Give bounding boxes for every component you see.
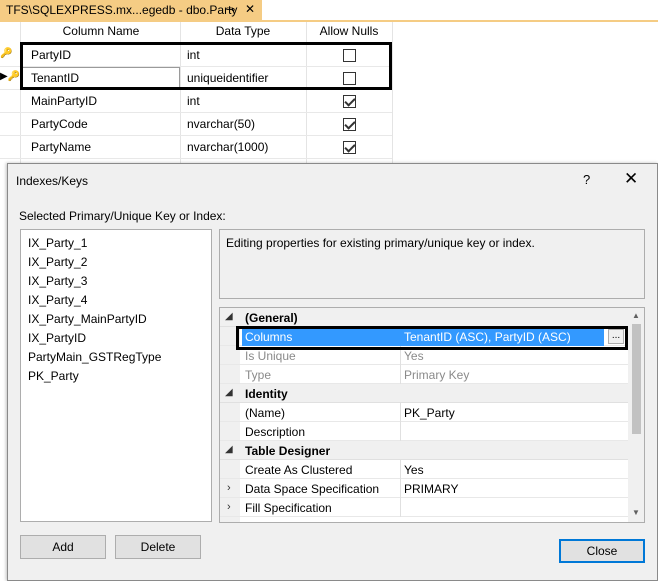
list-item[interactable]: IX_Party_4 bbox=[28, 293, 87, 307]
property-row-type[interactable]: Type Primary Key bbox=[220, 365, 628, 384]
list-item-selected[interactable]: PK_Party bbox=[28, 369, 79, 383]
list-item[interactable]: IX_Party_1 bbox=[28, 236, 87, 250]
category-identity[interactable]: ◢ Identity bbox=[220, 384, 628, 403]
columns-property-highlight bbox=[236, 326, 628, 350]
close-tab-icon[interactable]: ✕ bbox=[245, 2, 255, 16]
property-row-description[interactable]: Description bbox=[220, 422, 628, 441]
allow-nulls-checkbox[interactable] bbox=[343, 118, 356, 131]
column-divider bbox=[400, 422, 401, 441]
description-panel: Editing properties for existing primary/… bbox=[219, 229, 645, 299]
indexes-keys-dialog: Indexes/Keys ? ✕ Selected Primary/Unique… bbox=[7, 163, 658, 581]
collapse-icon[interactable]: ◢ bbox=[225, 311, 233, 322]
scroll-down-icon[interactable]: ▼ bbox=[632, 508, 640, 517]
primary-key-rows-highlight bbox=[20, 42, 392, 90]
category-label: (General) bbox=[245, 311, 298, 325]
column-name-cell[interactable]: PartyCode bbox=[31, 117, 88, 131]
primary-key-icon: 🔑 bbox=[0, 48, 13, 59]
property-name: (Name) bbox=[245, 406, 286, 420]
category-label: Identity bbox=[245, 387, 288, 401]
property-value[interactable]: Yes bbox=[404, 463, 424, 477]
list-item[interactable]: IX_PartyID bbox=[28, 331, 86, 345]
property-name: Data Space Specification bbox=[245, 482, 380, 496]
close-button[interactable]: Close bbox=[559, 539, 645, 563]
collapse-icon[interactable]: ◢ bbox=[225, 444, 233, 455]
data-type-header[interactable]: Data Type bbox=[180, 24, 306, 43]
scrollbar-thumb[interactable] bbox=[632, 324, 641, 434]
index-list[interactable]: IX_Party_1 IX_Party_2 IX_Party_3 IX_Part… bbox=[20, 229, 212, 522]
property-row-data-space[interactable]: › Data Space Specification PRIMARY bbox=[220, 479, 628, 498]
property-value: Primary Key bbox=[404, 368, 470, 382]
property-value[interactable]: PK_Party bbox=[404, 406, 455, 420]
close-dialog-icon[interactable]: ✕ bbox=[624, 169, 638, 189]
document-tab-bar: TFS\SQLEXPRESS.mx...egedb - dbo.Party ⊸ … bbox=[0, 0, 658, 22]
property-row-create-clustered[interactable]: Create As Clustered Yes bbox=[220, 460, 628, 479]
data-type-cell[interactable]: int bbox=[187, 94, 200, 108]
list-item[interactable]: IX_Party_3 bbox=[28, 274, 87, 288]
column-name-header[interactable]: Column Name bbox=[22, 24, 180, 43]
document-tab-title: TFS\SQLEXPRESS.mx...egedb - dbo.Party bbox=[6, 3, 238, 17]
dialog-title: Indexes/Keys bbox=[16, 174, 89, 188]
list-item[interactable]: PartyMain_GSTRegType bbox=[28, 350, 161, 364]
property-name: Is Unique bbox=[245, 349, 296, 363]
collapse-icon[interactable]: ◢ bbox=[225, 387, 233, 398]
column-name-cell[interactable]: MainPartyID bbox=[31, 94, 97, 108]
add-button[interactable]: Add bbox=[20, 535, 106, 559]
property-name: Create As Clustered bbox=[245, 463, 353, 477]
property-value: Yes bbox=[404, 349, 424, 363]
pin-icon[interactable]: ⊸ bbox=[226, 3, 235, 16]
selected-key-label: Selected Primary/Unique Key or Index: bbox=[19, 209, 226, 223]
allow-nulls-checkbox[interactable] bbox=[343, 95, 356, 108]
delete-button[interactable]: Delete bbox=[115, 535, 201, 559]
property-name: Description bbox=[245, 425, 306, 439]
column-divider bbox=[400, 403, 401, 422]
column-name-cell[interactable]: PartyName bbox=[31, 140, 91, 154]
column-divider bbox=[400, 479, 401, 498]
scroll-up-icon[interactable]: ▲ bbox=[632, 311, 640, 320]
property-row-name[interactable]: (Name) PK_Party bbox=[220, 403, 628, 422]
property-name: Type bbox=[245, 368, 272, 382]
property-grid-scrollbar[interactable]: ▲ ▼ bbox=[628, 308, 644, 522]
category-general[interactable]: ◢ (General) bbox=[220, 308, 628, 327]
description-text: Editing properties for existing primary/… bbox=[226, 236, 535, 250]
expand-icon[interactable]: › bbox=[227, 501, 231, 513]
table-row[interactable]: MainPartyID int bbox=[0, 90, 392, 113]
allow-nulls-header[interactable]: Allow Nulls bbox=[306, 24, 392, 43]
table-row[interactable]: PartyCode nvarchar(50) bbox=[0, 113, 392, 136]
list-item[interactable]: IX_Party_MainPartyID bbox=[28, 312, 147, 326]
column-divider bbox=[400, 498, 401, 517]
property-row-fill-spec[interactable]: › Fill Specification bbox=[220, 498, 628, 517]
table-row[interactable]: PartyName nvarchar(1000) bbox=[0, 136, 392, 159]
allow-nulls-checkbox[interactable] bbox=[343, 141, 356, 154]
column-divider bbox=[400, 460, 401, 479]
category-table-designer[interactable]: ◢ Table Designer bbox=[220, 441, 628, 460]
expand-icon[interactable]: › bbox=[227, 482, 231, 494]
data-type-cell[interactable]: nvarchar(1000) bbox=[187, 140, 268, 154]
property-value[interactable]: PRIMARY bbox=[404, 482, 458, 496]
list-item[interactable]: IX_Party_2 bbox=[28, 255, 87, 269]
help-icon[interactable]: ? bbox=[583, 172, 590, 187]
column-divider bbox=[400, 365, 401, 384]
current-row-primary-key-icon: ▶🔑 bbox=[0, 71, 21, 82]
data-type-cell[interactable]: nvarchar(50) bbox=[187, 117, 255, 131]
category-label: Table Designer bbox=[245, 444, 331, 458]
document-tab[interactable]: TFS\SQLEXPRESS.mx...egedb - dbo.Party ⊸ … bbox=[0, 0, 262, 22]
property-name: Fill Specification bbox=[245, 501, 332, 515]
